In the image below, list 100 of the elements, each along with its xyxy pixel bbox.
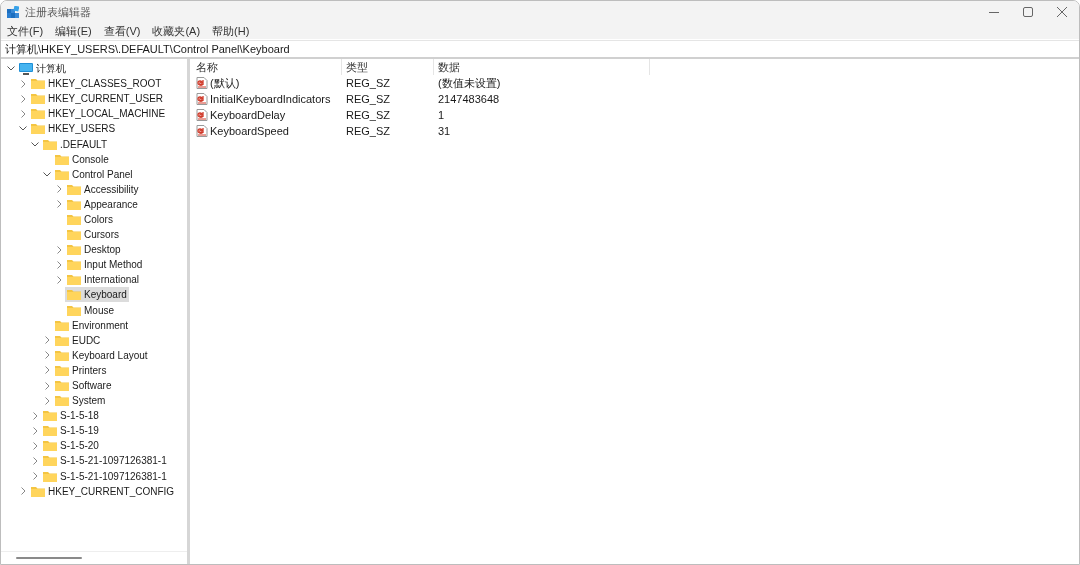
chevron-icon[interactable] [32, 472, 38, 481]
tree-item[interactable]: Environment [53, 317, 131, 333]
folder-icon [67, 183, 81, 195]
folder-icon [43, 470, 57, 482]
folder-icon [31, 93, 45, 105]
value-icon [196, 77, 208, 89]
column-header[interactable]: 名称 [192, 59, 342, 75]
chevron-icon[interactable] [56, 245, 62, 254]
tree-item[interactable]: Cursors [65, 227, 121, 243]
maximize-icon [1023, 7, 1033, 17]
folder-icon [55, 349, 69, 361]
window-title: 注册表编辑器 [25, 4, 91, 20]
tree-item[interactable]: S-1-5-18 [41, 408, 101, 424]
chevron-icon[interactable] [56, 185, 62, 194]
folder-icon [43, 138, 57, 150]
chevron-icon[interactable] [20, 79, 26, 88]
folder-icon [67, 259, 81, 271]
tree-item[interactable]: HKEY_CURRENT_USER [29, 91, 166, 107]
tree-item[interactable]: 计算机 [17, 61, 68, 77]
folder-icon [67, 289, 81, 301]
tree-item[interactable]: S-1-5-19 [41, 423, 101, 439]
chevron-icon[interactable] [44, 336, 50, 345]
folder-icon [43, 410, 57, 422]
column-header[interactable]: 类型 [342, 59, 434, 75]
chevron-icon[interactable] [31, 141, 39, 147]
folder-icon [67, 198, 81, 210]
chevron-icon[interactable] [20, 487, 26, 496]
tree-item[interactable]: EUDC [53, 332, 103, 348]
chevron-icon[interactable] [7, 66, 15, 72]
tree-item[interactable]: S-1-5-20 [41, 438, 101, 454]
folder-icon [67, 244, 81, 256]
chevron-icon[interactable] [56, 200, 62, 209]
menu-item[interactable]: 收藏夹(A) [148, 23, 205, 39]
chevron-icon[interactable] [56, 260, 62, 269]
table-cell-text: 1 [437, 108, 446, 123]
tree-item[interactable]: Colors [65, 212, 115, 227]
tree-item[interactable]: Control Panel [53, 166, 135, 182]
menu-item[interactable]: 编辑(E) [51, 23, 96, 39]
chevron-icon[interactable] [20, 109, 26, 118]
tree-item[interactable]: Accessibility [65, 181, 141, 197]
chevron-icon[interactable] [32, 426, 38, 435]
folder-icon [67, 304, 81, 316]
chevron-icon[interactable] [20, 94, 26, 103]
tree-item[interactable]: System [53, 393, 108, 409]
minimize-icon [989, 11, 999, 13]
value-name[interactable]: (默认) [192, 75, 342, 91]
tree-item[interactable]: Keyboard [65, 287, 129, 303]
menu-item[interactable]: 文件(F) [3, 23, 48, 39]
table-cell-text: 2147483648 [437, 92, 501, 107]
tree-item[interactable]: S-1-5-21-1097126381-1 [41, 468, 169, 484]
chevron-icon[interactable] [32, 411, 38, 420]
value-name[interactable]: InitialKeyboardIndicators [192, 91, 342, 107]
folder-icon [67, 214, 81, 225]
chevron-icon[interactable] [44, 396, 50, 405]
tree-item[interactable]: Console [53, 151, 111, 167]
folder-icon [43, 455, 57, 467]
tree-item[interactable]: HKEY_CLASSES_ROOT [29, 76, 164, 92]
folder-icon [43, 440, 57, 452]
table-cell-text: REG_SZ [345, 124, 391, 139]
tree-item[interactable]: HKEY_LOCAL_MACHINE [29, 106, 168, 122]
chevron-icon[interactable] [32, 457, 38, 465]
folder-icon [55, 168, 69, 180]
folder-icon [55, 319, 69, 331]
value-icon [196, 109, 208, 121]
column-header[interactable]: 数据 [434, 59, 650, 75]
value-name[interactable]: KeyboardSpeed [192, 123, 342, 139]
tree-item[interactable]: Desktop [65, 242, 123, 258]
table-cell-text: REG_SZ [345, 92, 391, 107]
chevron-icon[interactable] [19, 126, 27, 132]
tree-item[interactable]: Software [53, 378, 114, 393]
menu-item[interactable]: 查看(V) [99, 23, 145, 39]
tree-item[interactable]: International [65, 272, 142, 288]
monitor-icon [19, 62, 33, 75]
folder-icon [43, 425, 57, 437]
tree-item[interactable]: HKEY_CURRENT_CONFIG [29, 483, 177, 499]
tree-item[interactable]: S-1-5-21-1097126381-1 [41, 453, 169, 469]
tree-item[interactable]: Keyboard Layout [53, 347, 150, 363]
folder-icon [55, 380, 69, 391]
table-cell-text: 31 [437, 124, 452, 139]
folder-icon [55, 153, 69, 165]
tree-item[interactable]: .DEFAULT [41, 136, 110, 152]
tree-item[interactable]: HKEY_USERS [29, 121, 118, 137]
folder-icon [31, 485, 45, 497]
folder-icon [67, 274, 81, 286]
value-name[interactable]: KeyboardDelay [192, 107, 342, 123]
tree-item[interactable]: Input Method [65, 257, 145, 273]
chevron-icon[interactable] [32, 441, 38, 450]
tree-item[interactable]: Printers [53, 362, 109, 378]
folder-icon [31, 108, 45, 120]
tree-item[interactable]: Appearance [65, 196, 140, 212]
folder-icon [67, 229, 81, 241]
chevron-icon[interactable] [44, 351, 50, 360]
menu-item[interactable]: 帮助(H) [208, 23, 254, 39]
tree-item[interactable]: Mouse [65, 302, 116, 318]
chevron-icon[interactable] [43, 171, 51, 177]
address-bar[interactable]: 计算机\HKEY_USERS\.DEFAULT\Control Panel\Keyboard [5, 41, 290, 57]
chevron-icon[interactable] [56, 275, 62, 284]
chevron-icon[interactable] [44, 381, 50, 390]
chevron-icon[interactable] [44, 366, 50, 375]
scrollbar-thumb[interactable] [16, 557, 82, 559]
